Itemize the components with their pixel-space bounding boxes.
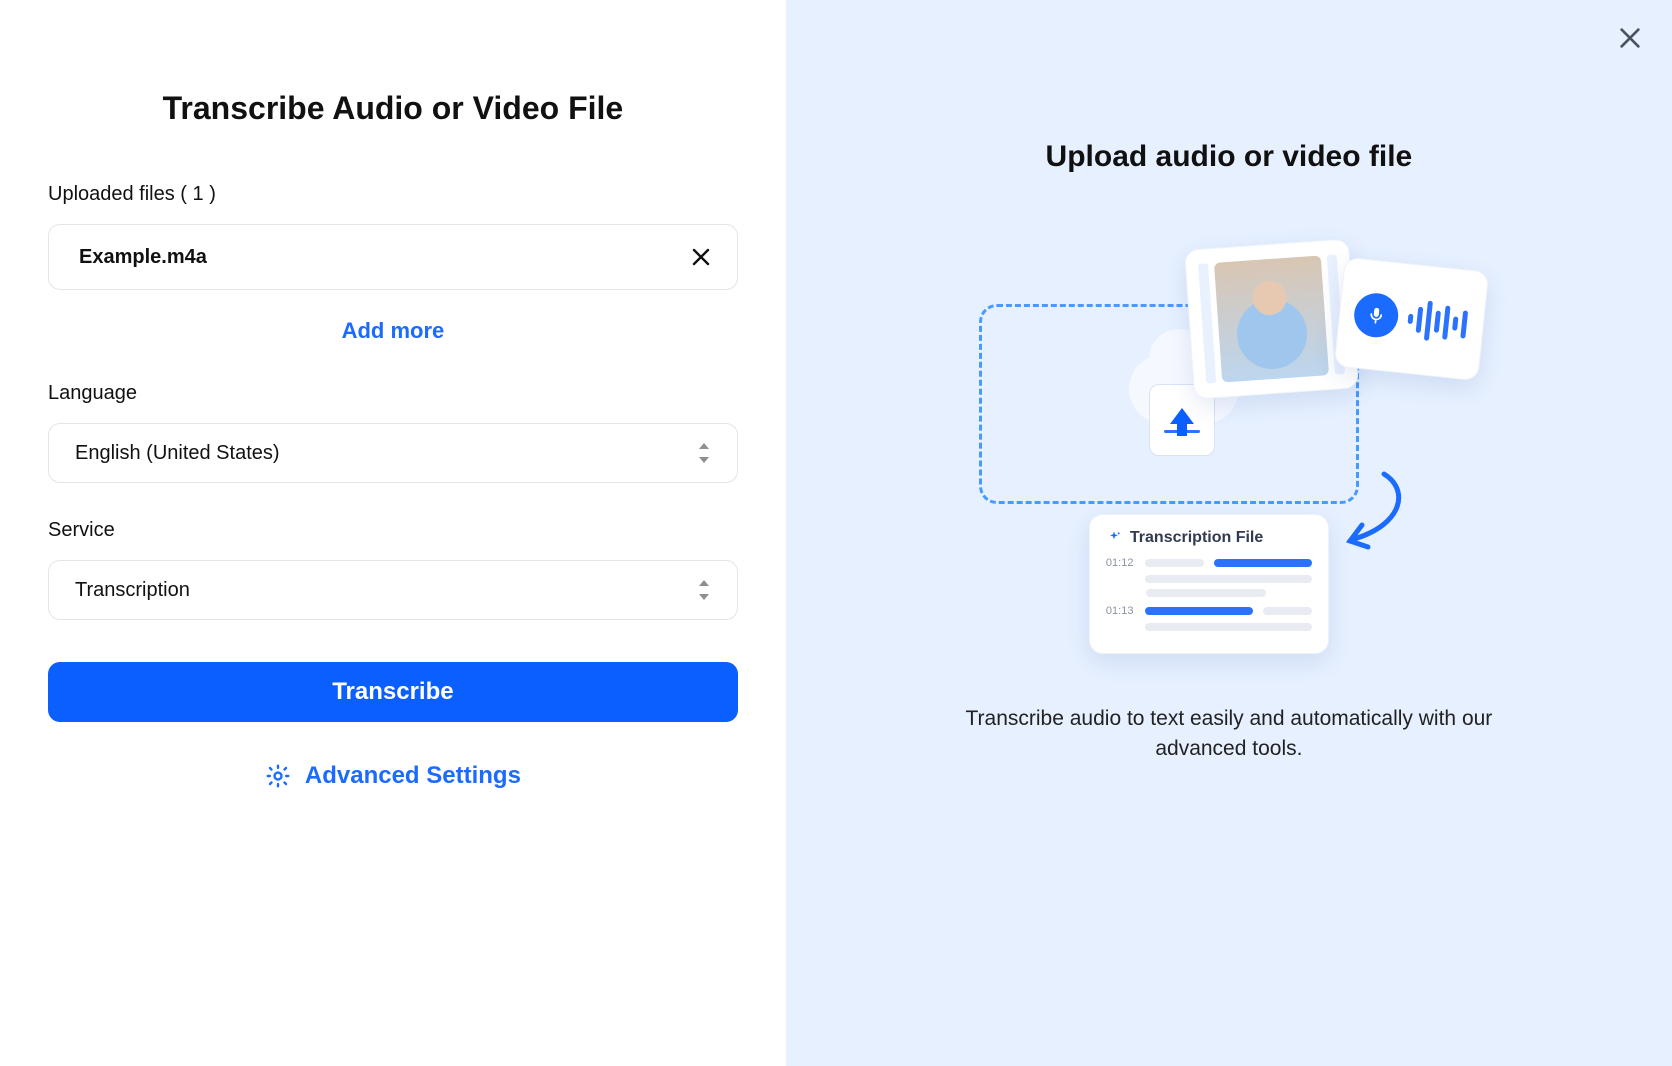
video-thumb xyxy=(1214,255,1329,382)
close-icon xyxy=(691,247,711,267)
advanced-settings-label: Advanced Settings xyxy=(305,762,521,790)
upload-illustration: Transcription File 01:12 01:13 xyxy=(979,234,1479,664)
service-value: Transcription xyxy=(75,579,190,602)
transcribe-button[interactable]: Transcribe xyxy=(48,662,738,722)
form-panel: Transcribe Audio or Video File Uploaded … xyxy=(0,0,786,1066)
add-more-link[interactable]: Add more xyxy=(48,318,738,344)
info-title: Upload audio or video file xyxy=(1046,140,1413,174)
page-title: Transcribe Audio or Video File xyxy=(48,90,738,127)
language-value: English (United States) xyxy=(75,442,280,465)
arrow-icon xyxy=(1334,469,1414,559)
service-select[interactable]: Transcription xyxy=(48,560,738,620)
language-label: Language xyxy=(48,382,738,405)
close-button[interactable] xyxy=(1618,26,1642,50)
info-panel: Upload audio or video file xyxy=(786,0,1672,1066)
chevron-up-down-icon xyxy=(697,443,711,463)
transcription-card-graphic: Transcription File 01:12 01:13 xyxy=(1089,514,1329,654)
timestamp: 01:12 xyxy=(1106,557,1135,569)
advanced-settings-link[interactable]: Advanced Settings xyxy=(48,762,738,790)
video-card-graphic xyxy=(1184,238,1359,399)
language-select[interactable]: English (United States) xyxy=(48,423,738,483)
upload-arrow-icon xyxy=(1170,408,1194,424)
microphone-icon xyxy=(1352,291,1400,339)
audio-card-graphic xyxy=(1334,257,1490,382)
timestamp: 01:13 xyxy=(1106,605,1135,617)
service-label: Service xyxy=(48,519,738,542)
sparkle-icon xyxy=(1106,530,1122,546)
uploaded-files-label: Uploaded files ( 1 ) xyxy=(48,183,738,206)
info-caption: Transcribe audio to text easily and auto… xyxy=(949,704,1509,765)
uploaded-file-name: Example.m4a xyxy=(79,246,207,269)
close-icon xyxy=(1618,26,1642,50)
transcription-card-title: Transcription File xyxy=(1130,529,1263,547)
chevron-up-down-icon xyxy=(697,580,711,600)
waveform-icon xyxy=(1406,299,1469,345)
uploaded-file-chip: Example.m4a xyxy=(48,224,738,290)
remove-file-button[interactable] xyxy=(691,247,711,267)
gear-icon xyxy=(265,763,291,789)
